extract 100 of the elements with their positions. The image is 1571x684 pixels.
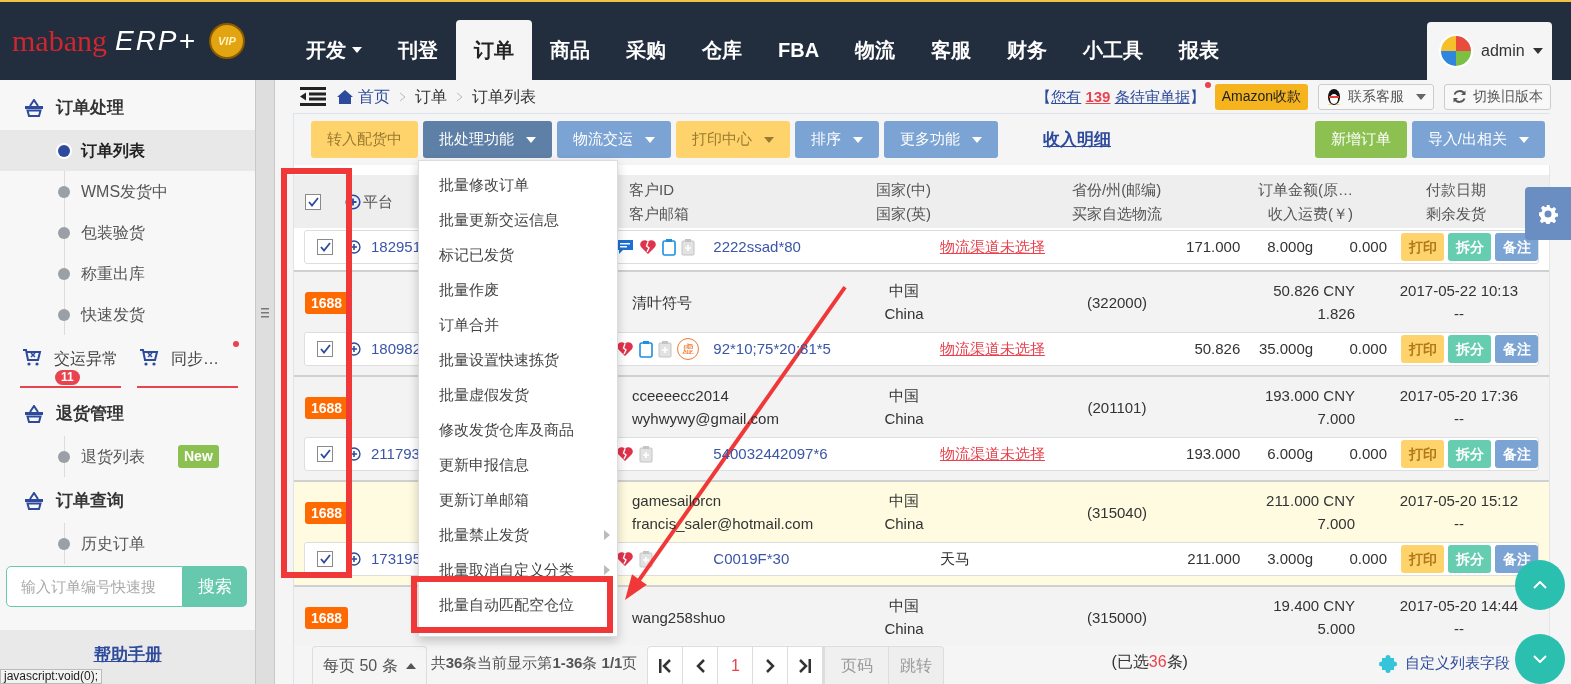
nav-tab[interactable]: FBA [760, 20, 838, 80]
nav-tab[interactable]: 刊登 [380, 20, 456, 80]
chevron-icon [399, 91, 406, 102]
breadcrumb-link[interactable]: 首页 [358, 84, 390, 109]
logo-brand: mabang [12, 26, 107, 56]
column-header: 客户ID 客户邮箱 [629, 179, 690, 224]
table-cell-text: 19.400 CNY 5.000 [1272, 596, 1355, 639]
sidebar-item[interactable]: 称重出库 [58, 253, 145, 294]
document-icon [638, 550, 653, 568]
nav-tab[interactable]: 物流 [837, 20, 914, 80]
menu-item[interactable]: 批量自动匹配空仓位 [419, 588, 617, 623]
chevron-down-icon [1533, 655, 1547, 663]
menu-item[interactable]: 标记已发货 [419, 238, 617, 273]
sidebar-toggle-icon[interactable] [300, 87, 326, 106]
income-link[interactable]: 收入明细 [1043, 126, 1111, 153]
platform-badge: 1688 [305, 606, 349, 629]
table-cell-text: 3.000g [1266, 548, 1314, 569]
settings-icon [1538, 203, 1558, 224]
previous-page-icon [695, 658, 705, 673]
page-summary: 共36条当前显示第1-36条 1/1页 [430, 652, 638, 673]
page-button[interactable]: 1 [718, 647, 754, 684]
nav-tab[interactable]: 开发 [288, 20, 380, 80]
bullet-icon [58, 267, 70, 280]
page-size-select[interactable]: 每页 50 条 [312, 646, 427, 684]
breadcrumb-link[interactable]: 订单 [415, 84, 447, 109]
settings-tab[interactable] [1525, 187, 1571, 240]
pending-notice[interactable]: 【您有 139 条待审单据】 [1036, 87, 1205, 105]
bullet-icon [58, 185, 70, 198]
customer-cell-text: 清叶符号 [631, 292, 693, 313]
table-cell-text: 50.826 [1193, 338, 1241, 359]
first-page-icon [659, 658, 672, 673]
table-cell-text: 中国 China [883, 281, 925, 324]
logo-product: ERP+ [114, 27, 197, 55]
help-link[interactable]: 帮助手册 [93, 642, 162, 668]
sidebar-item[interactable]: WMS发货中 [58, 171, 169, 212]
column-header: 省份/州(邮编) 买家自选物流 [1072, 179, 1163, 224]
sidebar-item[interactable]: 包装验货 [58, 212, 145, 253]
table-cell-text: 2017-05-20 15:12 -- [1398, 491, 1520, 534]
header-button[interactable]: 联系客服 [1318, 83, 1434, 110]
menu-item[interactable]: 批量禁止发货 [419, 518, 617, 553]
custom-fields-link[interactable]: 自定义列表字段 [1405, 651, 1510, 674]
nav-tab[interactable]: 商品 [532, 20, 608, 80]
column-header: 订单金额(原… 收入运费(￥) [1257, 179, 1353, 224]
basket-icon [24, 405, 44, 423]
menu-item[interactable]: 批量更新交运信息 [419, 203, 617, 238]
chevron-icon [456, 91, 463, 102]
menu-item[interactable]: 批量虚假发货 [419, 378, 617, 413]
count-badge: 11 [55, 370, 80, 385]
status-tooltip: javascript:void(0); [0, 669, 103, 684]
sku-link[interactable]: C0019F*30 [713, 547, 940, 571]
bullet-icon [58, 450, 70, 463]
logistics-link[interactable]: 物流渠道未选择 [939, 235, 1118, 259]
table-cell-text: (201101) [1086, 397, 1148, 418]
bullet-icon [58, 144, 70, 157]
table-cell-text: 中国 China [883, 386, 925, 429]
sidebar-item[interactable]: 快速发货 [58, 294, 145, 335]
sidebar-tab[interactable]: 交运异常 11 [20, 345, 121, 388]
nav-tab[interactable]: 采购 [608, 20, 684, 80]
toolbar-button[interactable]: 批处理功能 [423, 121, 552, 158]
check-icon [307, 196, 319, 207]
nav-tab[interactable]: 报表 [1161, 20, 1238, 80]
checkbox[interactable] [317, 551, 333, 567]
puzzle-icon [1379, 655, 1397, 673]
selection-count: (已选36条) [1111, 652, 1188, 672]
search-field[interactable]: 输入订单编号快速搜 [6, 566, 183, 607]
nav-tab[interactable]: 客服 [913, 20, 990, 80]
sidebar-item[interactable]: 退货列表 [58, 436, 145, 477]
sku-link[interactable]: 2222ssad*80 [713, 235, 940, 259]
checkbox[interactable] [305, 193, 321, 210]
breadcrumb-link[interactable]: 订单列表 [472, 84, 536, 109]
menu-item[interactable]: 批量修改订单 [419, 168, 617, 203]
table-cell-text: 193.000 CNY 7.000 [1263, 386, 1355, 429]
table-cell-text: 8.000g [1266, 236, 1314, 257]
nav-tab[interactable]: 仓库 [684, 20, 760, 80]
nav-tab[interactable]: 订单 [456, 20, 532, 80]
column-header: 平台 [363, 191, 393, 212]
page-number-field[interactable]: 页码 [824, 646, 890, 684]
sidebar-item[interactable]: 历史订单 [58, 523, 145, 564]
user-menu[interactable]: admin [1427, 22, 1552, 80]
header-button[interactable]: 切换旧版本 [1444, 83, 1551, 110]
column-header: 付款日期 剩余发货 [1426, 179, 1487, 224]
table-cell-text: 中国 China [883, 491, 925, 534]
sidebar-tab[interactable]: 同步… [137, 345, 238, 388]
expand-icon[interactable] [345, 193, 361, 210]
nav-tab[interactable]: 小工具 [1065, 20, 1162, 80]
menu-item[interactable]: 更新订单邮箱 [419, 483, 617, 518]
caret-icon [405, 662, 416, 669]
platform-badge: 1688 [305, 396, 349, 419]
new-badge: New [178, 445, 219, 468]
menu-item[interactable]: 批量作废 [419, 273, 617, 308]
bullet-icon [58, 537, 70, 550]
table-cell-text: 2017-05-20 14:44 -- [1398, 596, 1520, 639]
table-cell-text: 193.000 [1185, 443, 1241, 464]
check-icon [319, 554, 331, 564]
platform-badge: 1688 [305, 291, 349, 314]
penguin-icon [1326, 87, 1342, 106]
checkbox[interactable] [317, 239, 333, 255]
header-button[interactable]: Amazon收款 [1214, 83, 1308, 110]
avatar-icon [1439, 34, 1473, 68]
nav-tab[interactable]: 财务 [989, 20, 1066, 80]
